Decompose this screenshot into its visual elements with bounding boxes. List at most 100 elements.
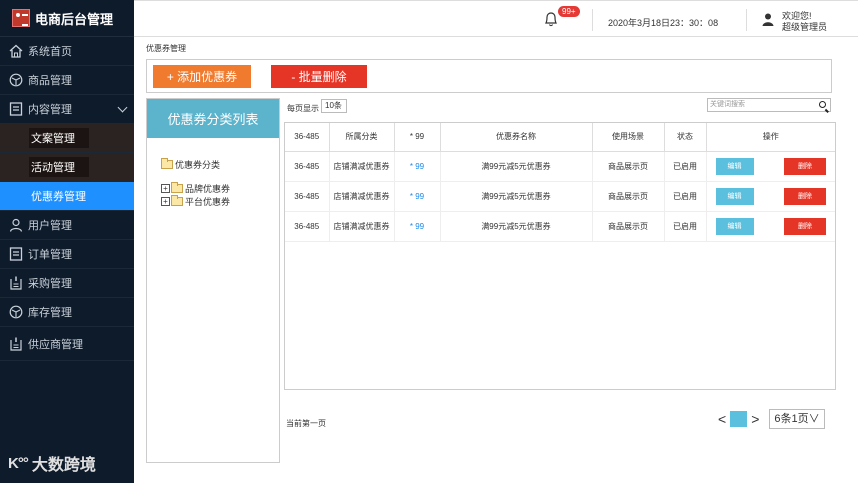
cell-star: * 99: [394, 211, 441, 242]
sidebar-item-products[interactable]: 商品管理: [0, 66, 134, 95]
cell-actions: 编辑 删除: [706, 211, 835, 242]
column-header: 36-485: [285, 123, 330, 152]
sidebar-item-label: 供应商管理: [28, 338, 83, 351]
table-row: 36-485 店铺满减优惠券 * 99 满99元减5元优惠券 商品展示页 已启用…: [285, 181, 835, 212]
box-icon: [9, 73, 23, 87]
cell-scene: 商品展示页: [592, 211, 665, 242]
cell-name: 满99元减5元优惠券: [440, 181, 593, 212]
add-coupon-button[interactable]: + 添加优惠券: [153, 65, 251, 88]
expand-icon[interactable]: +: [161, 197, 170, 206]
tree-node-platform[interactable]: + 平台优惠券: [161, 195, 279, 208]
sidebar-item-label: 库存管理: [28, 307, 72, 319]
logo-icon: [12, 9, 30, 27]
cell-star: * 99: [394, 181, 441, 212]
column-header: 优惠券名称: [440, 123, 593, 152]
page-size-select[interactable]: 10条: [321, 99, 347, 113]
column-header: 所属分类: [329, 123, 395, 152]
app-title: 电商后台管理: [35, 11, 114, 27]
sidebar-item-content[interactable]: 内容管理: [0, 95, 134, 124]
sidebar: 电商后台管理 系统首页 商品管理 内容管理 文案管理 活动管理 优惠券管理 用户…: [0, 0, 134, 483]
sidebar-item-label: 系统首页: [28, 46, 72, 58]
sidebar-item-label: 用户管理: [28, 220, 72, 232]
coupon-table: 36-485 所属分类 * 99 优惠券名称 使用场景 状态 操作 36-485…: [284, 122, 836, 390]
top-header: 99+ 2020年3月18日23：30：08 欢迎您! 超级管理员: [134, 0, 858, 37]
sidebar-item-label: 商品管理: [28, 75, 72, 87]
delete-button[interactable]: 删除: [783, 157, 826, 175]
divider: [592, 9, 593, 31]
column-header: * 99: [394, 123, 441, 152]
box-icon: [9, 305, 23, 319]
datetime: 2020年3月18日23：30：08: [608, 18, 719, 28]
page-summary-select[interactable]: 6条1页∨: [769, 409, 825, 429]
edit-button[interactable]: 编辑: [715, 217, 754, 235]
document-icon: [9, 247, 23, 261]
cell-name: 满99元减5元优惠券: [440, 151, 593, 182]
pagination: < > 6条1页∨: [714, 409, 825, 429]
brand-mark: K°°: [8, 454, 29, 472]
sidebar-item-inventory[interactable]: 库存管理: [0, 298, 134, 327]
user-icon: [762, 13, 774, 26]
column-header: 操作: [706, 123, 835, 152]
folder-icon: [161, 157, 173, 169]
divider: [746, 9, 747, 31]
cell-name: 满99元减5元优惠券: [440, 211, 593, 242]
current-page-indicator[interactable]: [730, 411, 748, 427]
cell-status: 已启用: [664, 151, 707, 182]
sidebar-item-label: 订单管理: [28, 249, 72, 261]
table-row: 36-485 店铺满减优惠券 * 99 满99元减5元优惠券 商品展示页 已启用…: [285, 211, 835, 242]
cell-category: 店铺满减优惠券: [329, 151, 395, 182]
tree-node-brand[interactable]: + 品牌优惠券: [161, 182, 279, 195]
prev-page-button[interactable]: <: [718, 411, 726, 427]
clipboard-icon: [10, 276, 22, 290]
category-panel-title: 优惠券分类列表: [147, 99, 279, 138]
cell-id: 36-485: [285, 181, 330, 212]
cell-id: 36-485: [285, 211, 330, 242]
search-input[interactable]: 关键词搜索: [707, 98, 831, 112]
delete-button[interactable]: 删除: [783, 217, 826, 235]
cell-category: 店铺满减优惠券: [329, 181, 395, 212]
delete-button[interactable]: 删除: [783, 187, 826, 205]
bell-icon[interactable]: [544, 11, 558, 27]
cell-category: 店铺满减优惠券: [329, 211, 395, 242]
main-content: 优惠券管理 + 添加优惠券 - 批量删除 优惠券分类列表 优惠券分类 + 品牌优…: [134, 37, 858, 483]
breadcrumb: 优惠券管理: [146, 44, 186, 53]
folder-icon: [171, 182, 183, 193]
cell-id: 36-485: [285, 151, 330, 182]
cell-star: * 99: [394, 151, 441, 182]
cell-actions: 编辑 删除: [706, 181, 835, 212]
sidebar-item-label: 内容管理: [28, 104, 72, 116]
toolbar: + 添加优惠券 - 批量删除: [146, 59, 832, 93]
sidebar-item-orders[interactable]: 订单管理: [0, 240, 134, 269]
chevron-down-icon: [117, 102, 128, 113]
sidebar-item-users[interactable]: 用户管理: [0, 211, 134, 240]
folder-icon: [171, 195, 183, 206]
edit-button[interactable]: 编辑: [715, 187, 754, 205]
brand: 电商后台管理: [0, 0, 134, 37]
expand-icon[interactable]: +: [161, 184, 170, 193]
sidebar-subitem-copy[interactable]: 文案管理: [0, 124, 134, 153]
sidebar-subitem-activity[interactable]: 活动管理: [0, 153, 134, 182]
next-page-button[interactable]: >: [751, 411, 759, 427]
sidebar-item-purchasing[interactable]: 采购管理: [0, 269, 134, 298]
cell-scene: 商品展示页: [592, 181, 665, 212]
tree-node-root[interactable]: 优惠券分类: [161, 156, 279, 172]
current-page-label: 当前第一页: [286, 419, 326, 428]
sidebar-subitem-coupons[interactable]: 优惠券管理: [0, 182, 134, 211]
page-size-label: 每页显示: [287, 104, 319, 113]
category-panel: 优惠券分类列表 优惠券分类 + 品牌优惠券 + 平台优惠券: [146, 98, 280, 463]
search-icon[interactable]: [819, 101, 826, 108]
cell-status: 已启用: [664, 181, 707, 212]
home-icon: [9, 44, 23, 58]
welcome-text: 欢迎您!: [782, 11, 812, 21]
sidebar-item-label: 采购管理: [28, 278, 72, 290]
column-header: 状态: [664, 123, 707, 152]
clipboard-icon: [10, 337, 22, 351]
edit-button[interactable]: 编辑: [715, 157, 754, 175]
user-info[interactable]: 欢迎您! 超级管理员: [782, 11, 827, 33]
batch-delete-button[interactable]: - 批量删除: [271, 65, 367, 88]
sidebar-item-home[interactable]: 系统首页: [0, 37, 134, 66]
sidebar-item-suppliers[interactable]: 供应商管理: [0, 327, 134, 361]
user-role: 超级管理员: [782, 22, 828, 32]
table-header-row: 36-485 所属分类 * 99 优惠券名称 使用场景 状态 操作: [285, 123, 835, 152]
column-header: 使用场景: [592, 123, 665, 152]
